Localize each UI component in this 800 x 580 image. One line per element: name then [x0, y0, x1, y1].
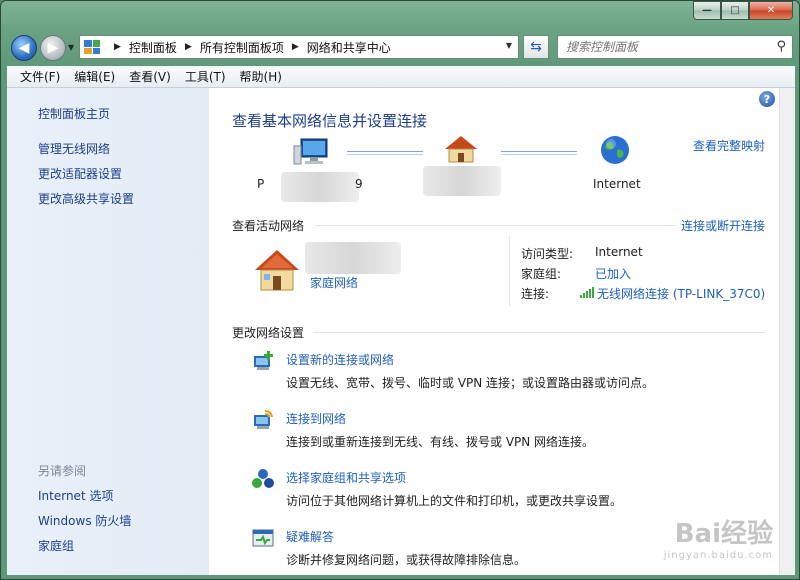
sidebar-item-homegroup[interactable]: 家庭组	[38, 537, 74, 554]
info-access-type: 访问类型: Internet	[521, 245, 643, 262]
sidebar: 控制面板主页 管理无线网络 更改适配器设置 更改高级共享设置 另请参阅 Inte…	[7, 88, 209, 575]
computer-label-end: 9	[355, 177, 363, 191]
task-troubleshoot-link[interactable]: 疑难解答	[286, 528, 334, 545]
main-panel: ? 查看基本网络信息并设置连接 查看完整映射 P 9 Internet 查看活动…	[209, 88, 795, 575]
menu-file[interactable]: 文件(F)	[13, 68, 67, 85]
chevron-down-icon[interactable]: ▼	[506, 41, 512, 50]
redacted-computer-name	[281, 172, 359, 202]
wifi-signal-icon	[580, 287, 594, 298]
task-connect-network-link[interactable]: 连接到网络	[286, 410, 346, 427]
help-icon[interactable]: ?	[759, 91, 775, 107]
breadcrumb-control-panel[interactable]: 控制面板	[129, 39, 177, 56]
vertical-divider	[509, 236, 510, 306]
arrow-right-icon: ▶	[47, 40, 59, 56]
chevron-right-icon: ▶	[291, 42, 299, 52]
recent-pages-dropdown[interactable]: ▼	[68, 43, 74, 52]
task-connect-network-desc: 连接到或重新连接到无线、有线、拨号或 VPN 网络连接。	[286, 435, 595, 449]
home-network-icon	[445, 136, 477, 163]
section-divider	[315, 225, 675, 226]
menu-edit[interactable]: 编辑(E)	[67, 68, 122, 85]
navigation-bar: ◀ ▶ ▼ ▶ 控制面板 ▶ 所有控制面板项 ▶ 网络和共享中心 ▼ ⇆ ⚲	[7, 31, 795, 63]
network-type-link[interactable]: 家庭网络	[310, 274, 358, 291]
info-key: 访问类型:	[521, 247, 574, 261]
sidebar-item-internet-options[interactable]: Internet 选项	[38, 487, 113, 504]
sidebar-item-home[interactable]: 控制面板主页	[38, 105, 110, 122]
map-connector-line	[347, 151, 423, 155]
globe-icon	[601, 136, 629, 164]
maximize-button[interactable]: □	[721, 1, 749, 20]
home-network-icon	[255, 250, 299, 291]
menu-bar: 文件(F) 编辑(E) 查看(V) 工具(T) 帮助(H)	[7, 66, 795, 88]
vertical-scrollbar[interactable]	[779, 88, 795, 575]
sidebar-item-adapter-settings[interactable]: 更改适配器设置	[38, 165, 122, 182]
task-homegroup-desc: 访问位于其他网络计算机上的文件和打印机，或更改共享设置。	[286, 494, 623, 508]
new-connection-icon	[254, 351, 273, 370]
chevron-right-icon: ▶	[114, 42, 121, 52]
menu-tools[interactable]: 工具(T)	[178, 68, 233, 85]
minimize-button[interactable]: —	[693, 1, 721, 20]
control-panel-icon	[84, 40, 100, 54]
forward-button[interactable]: ▶	[40, 35, 66, 61]
active-networks-heading: 查看活动网络	[232, 219, 305, 233]
close-button[interactable]: ✕	[749, 1, 793, 20]
homegroup-joined-link[interactable]: 已加入	[595, 265, 631, 282]
task-setup-connection-link[interactable]: 设置新的连接或网络	[286, 351, 394, 368]
computer-icon	[293, 138, 328, 165]
sidebar-item-firewall[interactable]: Windows 防火墙	[38, 512, 131, 529]
info-homegroup: 家庭组: 已加入	[521, 265, 631, 282]
menu-view[interactable]: 查看(V)	[122, 68, 178, 85]
computer-label-start: P	[257, 177, 265, 191]
chevron-right-icon: ▶	[184, 42, 192, 52]
sidebar-item-sharing-settings[interactable]: 更改高级共享设置	[38, 190, 134, 207]
watermark: Bai经验 jingyan.baidu.com	[664, 513, 773, 561]
menu-help[interactable]: 帮助(H)	[233, 68, 289, 85]
search-icon[interactable]: ⚲	[776, 39, 786, 54]
change-settings-heading: 更改网络设置	[232, 326, 305, 340]
breadcrumb-all-items[interactable]: 所有控制面板项	[200, 39, 284, 56]
task-setup-connection-desc: 设置无线、宽带、拨号、临时或 VPN 连接；或设置路由器或访问点。	[286, 376, 655, 390]
breadcrumb: ▶ 控制面板 ▶ 所有控制面板项 ▶ 网络和共享中心	[106, 39, 391, 56]
arrow-left-icon: ◀	[18, 40, 30, 56]
info-value: Internet	[595, 245, 643, 259]
section-divider	[313, 332, 765, 333]
address-bar[interactable]: ▶ 控制面板 ▶ 所有控制面板项 ▶ 网络和共享中心 ▼	[79, 35, 519, 59]
homegroup-sharing-icon	[252, 469, 274, 488]
search-input[interactable]	[566, 40, 761, 54]
content-area: 控制面板主页 管理无线网络 更改适配器设置 更改高级共享设置 另请参阅 Inte…	[7, 88, 795, 575]
wireless-connection-link[interactable]: 无线网络连接 (TP-LINK_37C0)	[597, 285, 765, 302]
see-also-heading: 另请参阅	[38, 464, 87, 478]
watermark-brand: Bai经验	[674, 519, 773, 549]
view-full-map-link[interactable]: 查看完整映射	[693, 137, 765, 154]
watermark-url: jingyan.baidu.com	[663, 550, 773, 561]
troubleshoot-icon	[252, 529, 274, 547]
task-troubleshoot-desc: 诊断并修复网络问题，或获得故障排除信息。	[286, 553, 527, 567]
caption-buttons: — □ ✕	[693, 1, 793, 20]
refresh-icon: ⇆	[530, 39, 542, 55]
info-connection: 连接: 无线网络连接 (TP-LINK_37C0)	[521, 285, 765, 302]
back-button[interactable]: ◀	[11, 35, 37, 61]
redacted-network-ssid	[305, 242, 401, 274]
refresh-button[interactable]: ⇆	[523, 35, 549, 59]
internet-label: Internet	[593, 177, 641, 191]
task-homegroup-link[interactable]: 选择家庭组和共享选项	[286, 469, 406, 486]
breadcrumb-network-center[interactable]: 网络和共享中心	[307, 39, 391, 56]
connect-network-icon	[254, 410, 273, 429]
redacted-network-name	[423, 166, 501, 196]
search-box[interactable]: ⚲	[557, 35, 793, 59]
page-title: 查看基本网络信息并设置连接	[232, 112, 428, 130]
info-key: 家庭组:	[521, 267, 562, 281]
explorer-window: — □ ✕ ◀ ▶ ▼ ▶ 控制面板 ▶ 所有控制面板项 ▶ 网络和共享中心 ▼…	[0, 0, 800, 580]
map-connector-line	[501, 151, 577, 155]
connect-disconnect-link[interactable]: 连接或断开连接	[681, 217, 765, 234]
sidebar-item-manage-wireless[interactable]: 管理无线网络	[38, 140, 110, 157]
